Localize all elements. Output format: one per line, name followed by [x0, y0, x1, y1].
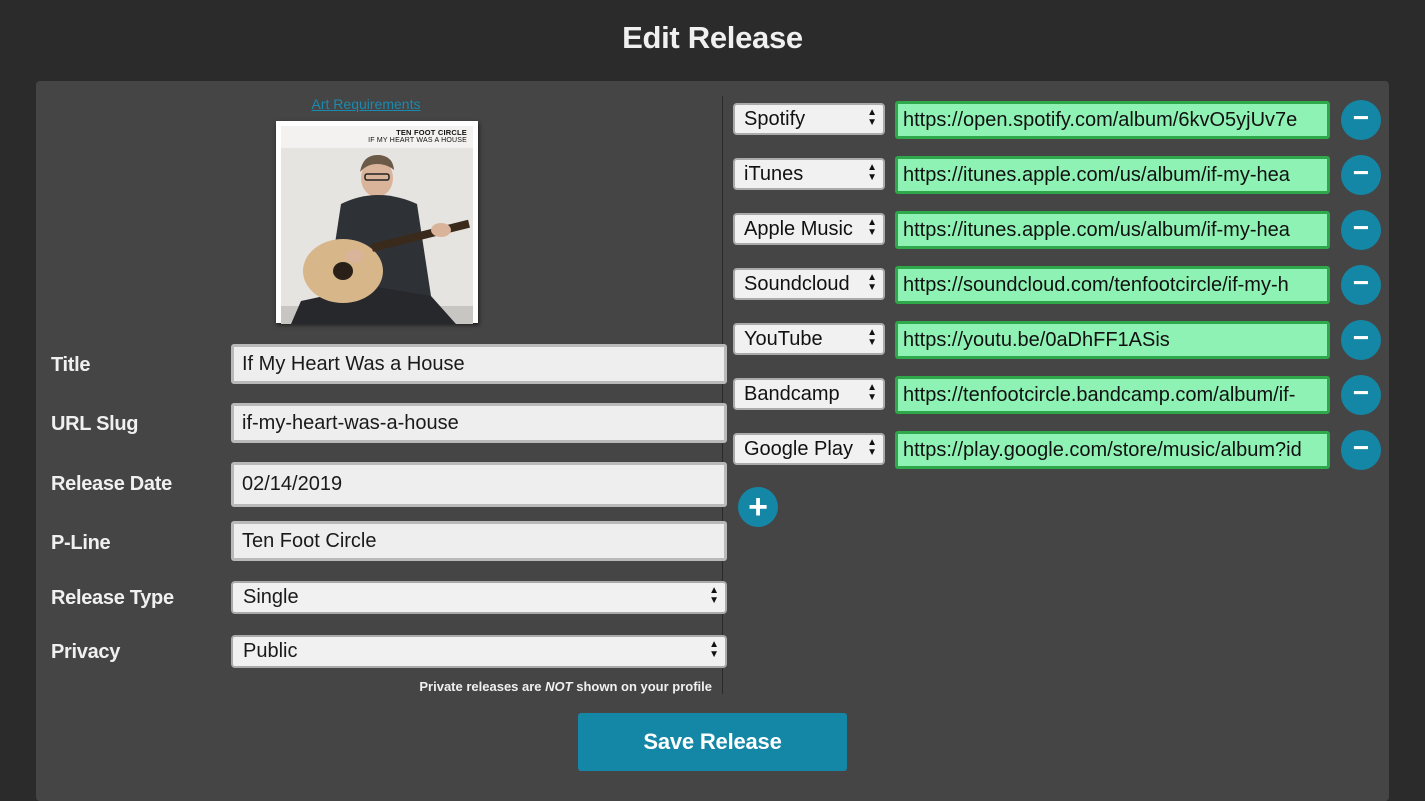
service-value: iTunes	[744, 163, 804, 185]
link-row: Google Play ▲ ▼ https://play.google.com/st…	[733, 430, 1383, 470]
link-row: Spotify ▲ ▼ https://open.spotify.com/album…	[733, 100, 1383, 140]
select-arrows-icon: ▲ ▼	[709, 585, 719, 606]
service-select[interactable]: Apple Music ▲ ▼	[733, 213, 885, 245]
select-arrows-icon: ▲ ▼	[709, 639, 719, 660]
title-input[interactable]	[231, 344, 727, 384]
add-link-button[interactable]: +	[738, 487, 778, 527]
select-arrows-icon: ▲ ▼	[867, 327, 877, 348]
privacy-label: Privacy	[51, 641, 121, 663]
slug-input[interactable]	[231, 403, 727, 443]
remove-link-button[interactable]: −	[1341, 265, 1381, 305]
link-row: YouTube ▲ ▼ https://youtu.be/0aDhFF1ASis −	[733, 320, 1383, 360]
link-url-input[interactable]: https://itunes.apple.com/us/album/if-my-…	[895, 156, 1330, 194]
link-row: Apple Music ▲ ▼ https://itunes.apple.com/u…	[733, 210, 1383, 250]
link-row: Soundcloud ▲ ▼ https://soundcloud.com/tenf…	[733, 265, 1383, 305]
privacy-note-suffix: shown on your profile	[572, 679, 712, 694]
service-select[interactable]: Google Play ▲ ▼	[733, 433, 885, 465]
service-select[interactable]: YouTube ▲ ▼	[733, 323, 885, 355]
link-url-input[interactable]: https://open.spotify.com/album/6kvO5yjUv…	[895, 101, 1330, 139]
release-date-label: Release Date	[51, 473, 172, 495]
privacy-note-emphasis: NOT	[545, 679, 573, 694]
service-value: YouTube	[744, 328, 823, 350]
service-value: Bandcamp	[744, 383, 840, 405]
service-select[interactable]: iTunes ▲ ▼	[733, 158, 885, 190]
service-value: Google Play	[744, 438, 853, 460]
remove-link-button[interactable]: −	[1341, 430, 1381, 470]
pline-label: P-Line	[51, 532, 111, 554]
release-type-label: Release Type	[51, 587, 174, 609]
link-url-input[interactable]: https://tenfootcircle.bandcamp.com/album…	[895, 376, 1330, 414]
album-art-photo	[281, 148, 473, 324]
remove-link-button[interactable]: −	[1341, 100, 1381, 140]
page-title: Edit Release	[622, 20, 803, 55]
art-requirements-link[interactable]: Art Requirements	[266, 96, 466, 112]
link-url-input[interactable]: https://play.google.com/store/music/albu…	[895, 431, 1330, 469]
select-arrows-icon: ▲ ▼	[867, 162, 877, 183]
privacy-note: Private releases are NOT shown on your p…	[336, 679, 712, 694]
privacy-select[interactable]: Public ▲ ▼	[231, 635, 727, 668]
privacy-note-prefix: Private releases are	[419, 679, 546, 694]
release-date-input[interactable]	[231, 462, 727, 507]
remove-link-button[interactable]: −	[1341, 320, 1381, 360]
link-url-input[interactable]: https://itunes.apple.com/us/album/if-my-…	[895, 211, 1330, 249]
link-url-input[interactable]: https://soundcloud.com/tenfootcircle/if-…	[895, 266, 1330, 304]
select-arrows-icon: ▲ ▼	[867, 272, 877, 293]
album-art-image: TEN FOOT CIRCLE IF MY HEART WAS A HOUSE	[281, 126, 473, 324]
link-row: Bandcamp ▲ ▼ https://tenfootcircle.bandcam…	[733, 375, 1383, 415]
title-label: Title	[51, 354, 91, 376]
select-arrows-icon: ▲ ▼	[867, 217, 877, 238]
link-url-input[interactable]: https://youtu.be/0aDhFF1ASis	[895, 321, 1330, 359]
slug-label: URL Slug	[51, 413, 139, 435]
pline-input[interactable]	[231, 521, 727, 561]
album-art[interactable]: TEN FOOT CIRCLE IF MY HEART WAS A HOUSE	[276, 121, 478, 324]
service-value: Apple Music	[744, 218, 853, 240]
remove-link-button[interactable]: −	[1341, 155, 1381, 195]
save-release-button[interactable]: Save Release	[578, 713, 847, 771]
service-select[interactable]: Soundcloud ▲ ▼	[733, 268, 885, 300]
link-row: iTunes ▲ ▼ https://itunes.apple.com/us/alb…	[733, 155, 1383, 195]
release-form-panel: Art Requirements TEN FOOT CIRCLE IF MY H…	[36, 81, 1389, 801]
service-select[interactable]: Bandcamp ▲ ▼	[733, 378, 885, 410]
release-type-value: Single	[243, 586, 299, 608]
select-arrows-icon: ▲ ▼	[867, 437, 877, 458]
release-type-select[interactable]: Single ▲ ▼	[231, 581, 727, 614]
remove-link-button[interactable]: −	[1341, 210, 1381, 250]
remove-link-button[interactable]: −	[1341, 375, 1381, 415]
select-arrows-icon: ▲ ▼	[867, 107, 877, 128]
privacy-value: Public	[243, 640, 298, 662]
select-arrows-icon: ▲ ▼	[867, 382, 877, 403]
service-select[interactable]: Spotify ▲ ▼	[733, 103, 885, 135]
service-value: Soundcloud	[744, 273, 850, 295]
service-value: Spotify	[744, 108, 806, 130]
